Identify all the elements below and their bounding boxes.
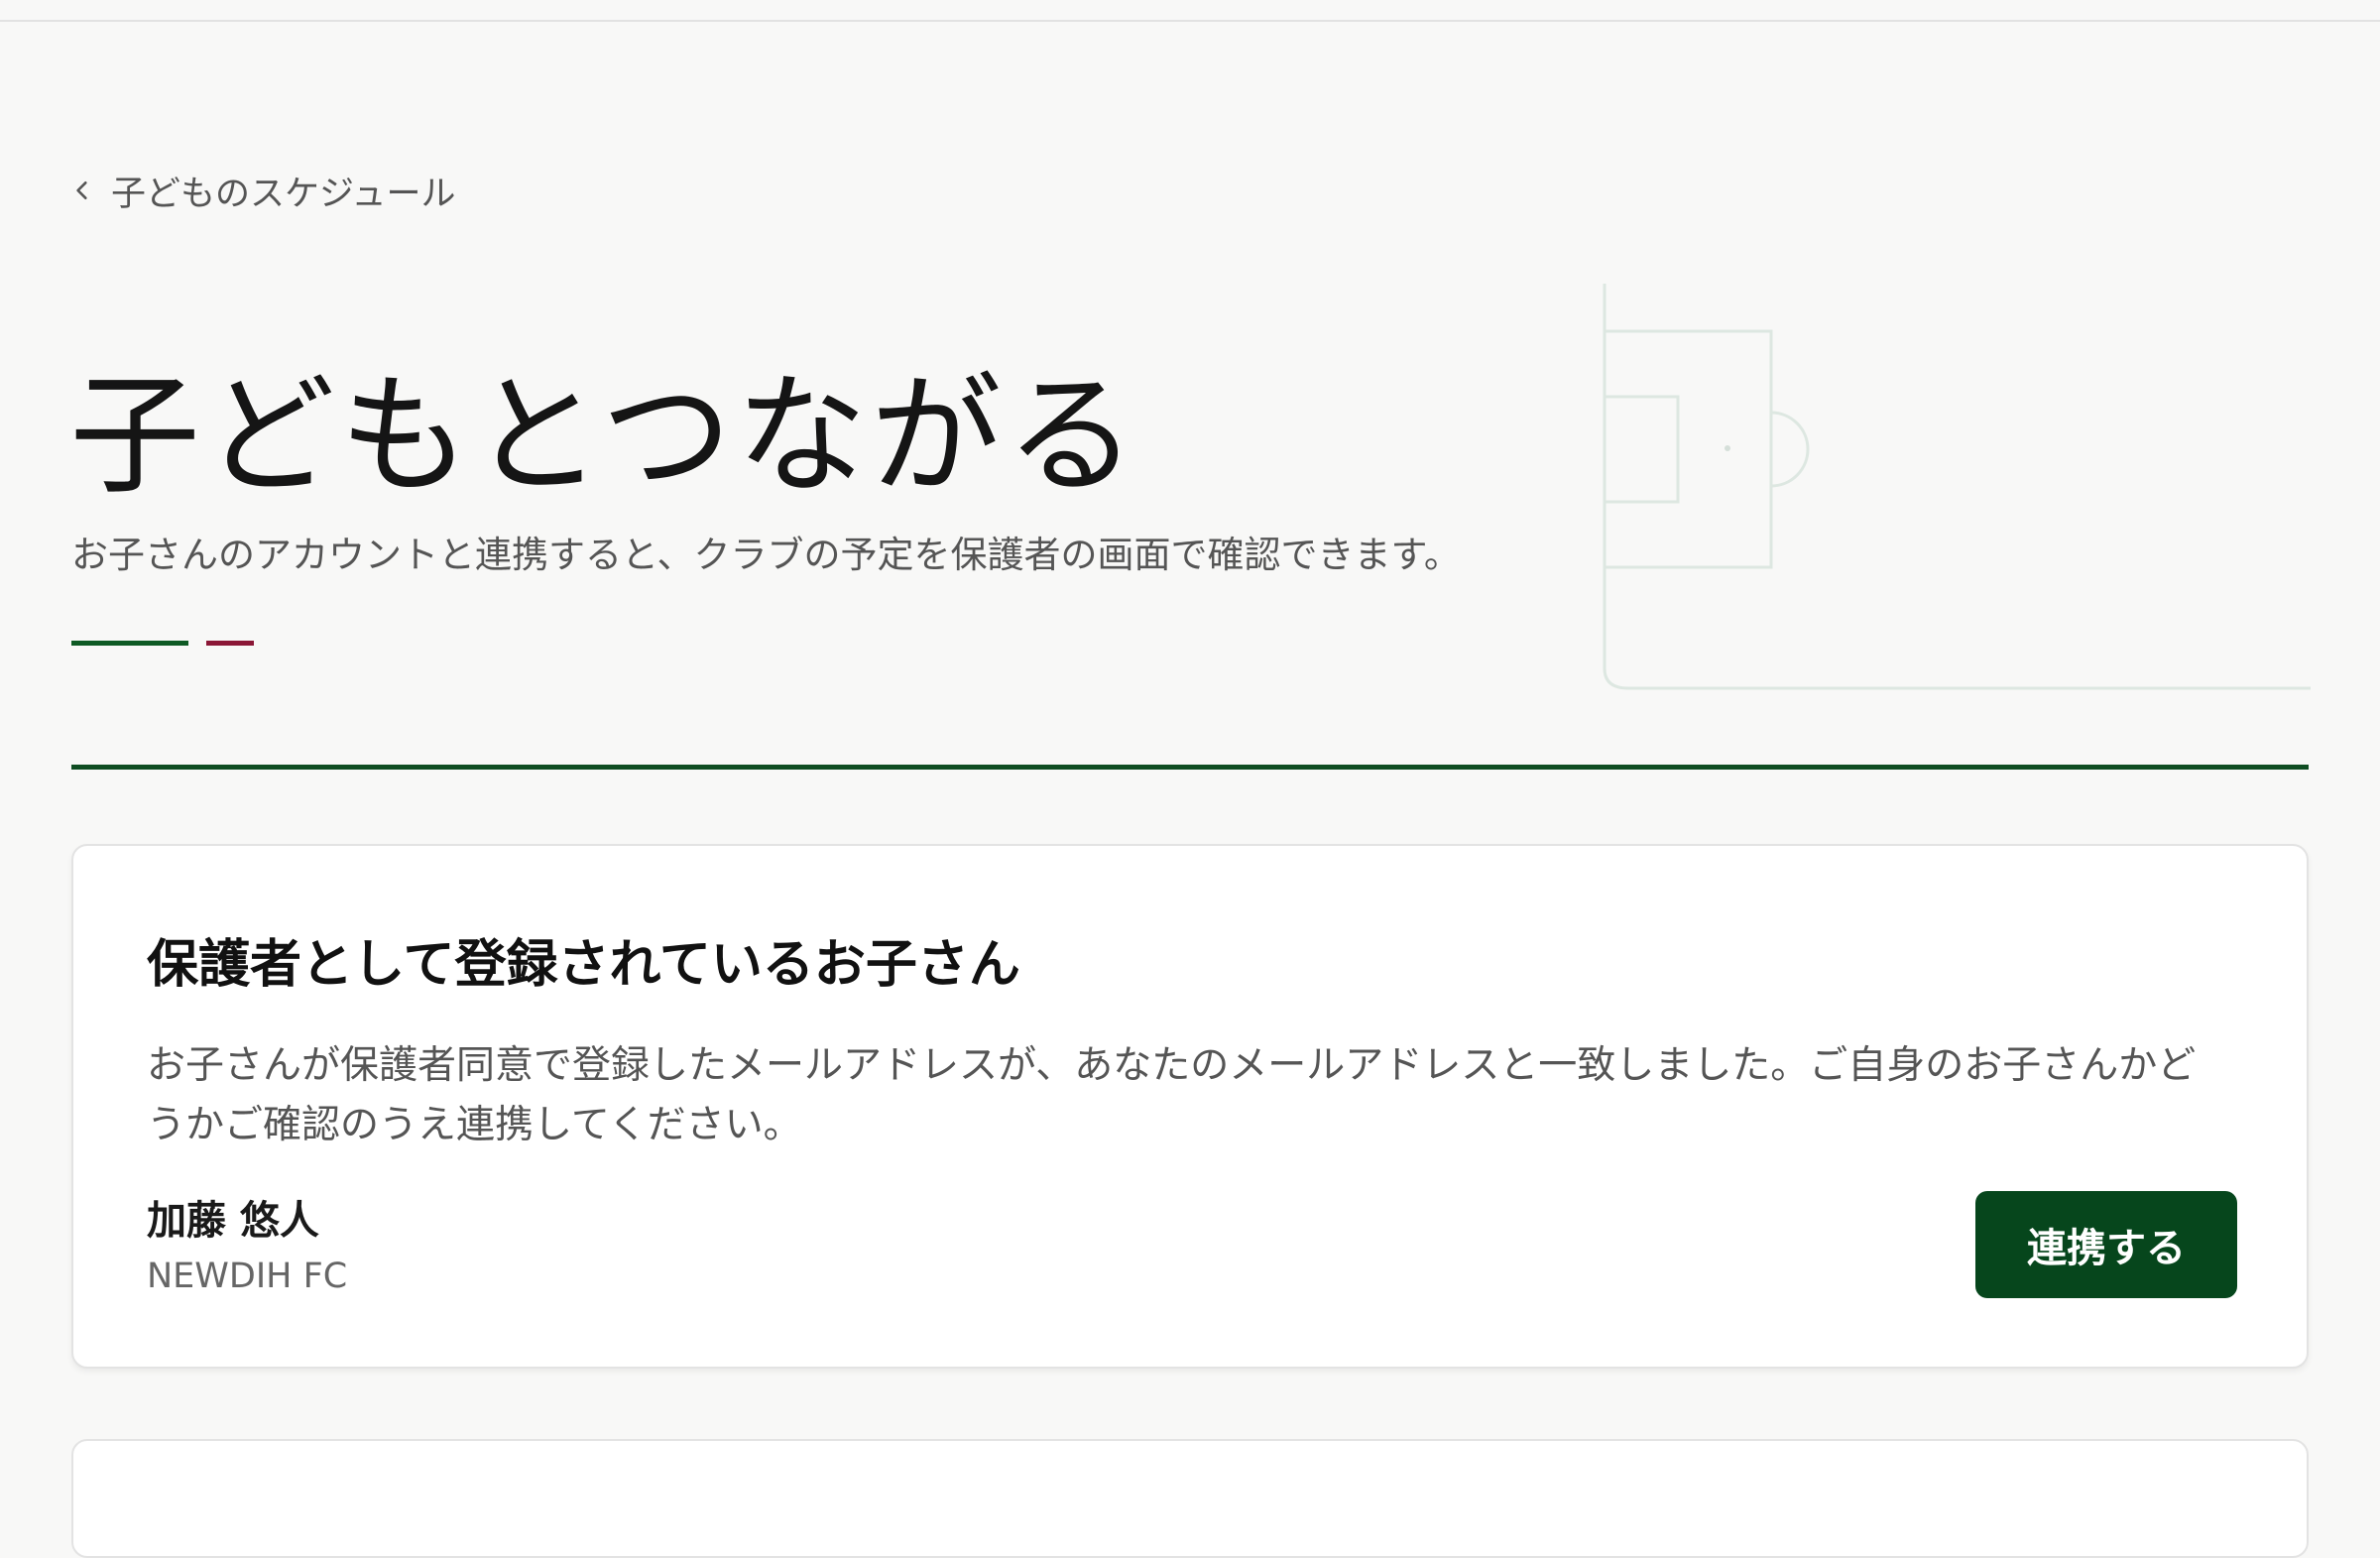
child-name: 加藤 悠人 bbox=[147, 1198, 319, 1244]
page-title: 子どもとつながる bbox=[69, 360, 1141, 513]
child-club: NEWDIH FC bbox=[147, 1257, 348, 1296]
matched-children-card: 保護者として登録されているお子さん お子さんが保護者同意で登録したメールアドレス… bbox=[71, 844, 2309, 1369]
next-card bbox=[71, 1439, 2309, 1558]
card-title: 保護者として登録されているお子さん bbox=[147, 935, 1020, 995]
chevron-left-icon bbox=[71, 171, 93, 210]
card-description: お子さんが保護者同意で登録したメールアドレスが、あなたのメールアドレスと一致しま… bbox=[147, 1043, 2197, 1147]
link-child-button[interactable]: 連携する bbox=[1975, 1191, 2237, 1298]
soccer-pitch-illustration bbox=[1603, 284, 2311, 690]
back-link[interactable]: 子どものスケジュール bbox=[71, 167, 456, 214]
accent-bar-red bbox=[206, 641, 254, 646]
top-bar bbox=[0, 0, 2380, 22]
back-link-label: 子どものスケジュール bbox=[111, 174, 456, 214]
page-subtitle: お子さんのアカウントと連携すると、クラブの予定を保護者の画面で確認できます。 bbox=[71, 534, 1461, 576]
section-divider bbox=[71, 765, 2309, 770]
accent-bar-green bbox=[71, 641, 188, 646]
